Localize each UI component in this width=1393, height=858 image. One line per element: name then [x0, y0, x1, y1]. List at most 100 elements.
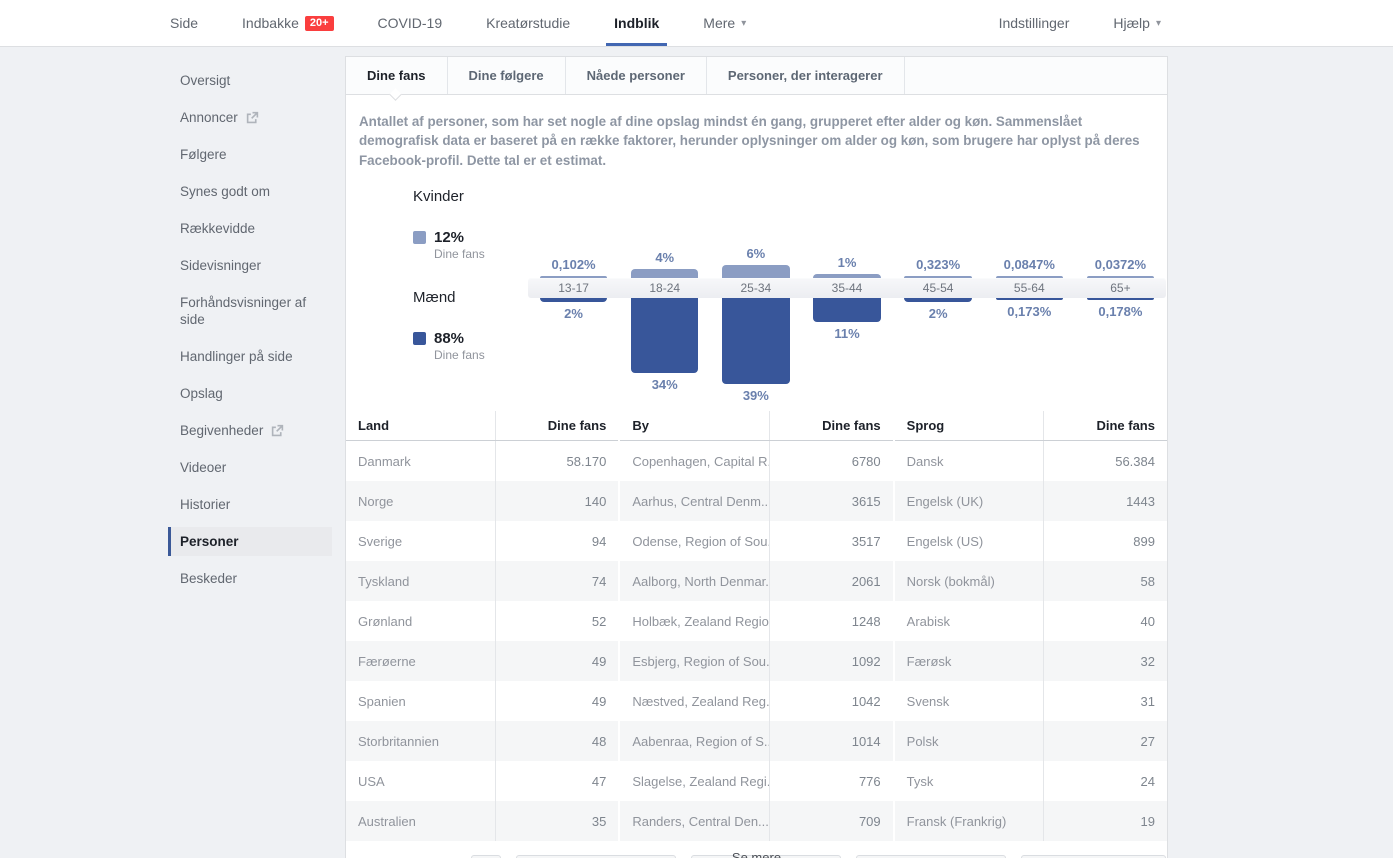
- row-value: 49: [591, 653, 607, 669]
- row-name: Storbritannien: [346, 721, 496, 762]
- bar-female-25-34[interactable]: [722, 265, 790, 279]
- chart-column-13-17: 0,102%: [528, 186, 619, 279]
- table-sprog: Sprog Dine fans Dansk 56.384 Engelsk (UK) 144…: [894, 411, 1167, 842]
- bar-female-45-54[interactable]: [904, 276, 972, 279]
- nav-item-indstillinger[interactable]: Indstillinger: [977, 0, 1092, 46]
- table-row: Danmark 58.170: [346, 441, 618, 482]
- row-name: Norge: [346, 481, 496, 522]
- chart-column-13-17: 2%: [528, 298, 619, 402]
- row-name: Esbjerg, Region of Sou...: [620, 641, 771, 682]
- column-header-by[interactable]: By: [620, 411, 771, 441]
- fans-tables: Land Dine fans Danmark 58.170 Norge 140 Sverig…: [346, 411, 1167, 842]
- row-name: Holbæk, Zealand Region: [620, 601, 771, 642]
- bar-label-female-25-34: 6%: [746, 246, 766, 262]
- bar-male-18-24[interactable]: [630, 298, 699, 374]
- nav-item-covid-19[interactable]: COVID-19: [356, 0, 465, 46]
- bar-female-13-17[interactable]: [539, 276, 608, 279]
- row-name: Dansk: [895, 441, 1045, 482]
- sidebar-item-handlinger-p-side[interactable]: Handlinger på side: [168, 342, 332, 371]
- nav-item-hj-lp[interactable]: Hjælp ▾: [1091, 0, 1183, 46]
- bar-male-35-44[interactable]: [813, 298, 881, 323]
- row-value: 1092: [851, 653, 881, 669]
- nav-item-indblik[interactable]: Indblik: [592, 0, 681, 46]
- sidebar-item-historier[interactable]: Historier: [168, 490, 332, 519]
- chevron-down-icon: ▾: [1155, 17, 1161, 29]
- audience-description: Antallet af personer, som har set nogle …: [359, 114, 1140, 168]
- bar-male-45-54[interactable]: [904, 298, 972, 303]
- sidebar-item-beskeder[interactable]: Beskeder: [168, 564, 332, 593]
- sidebar-item-forh-ndsvisninger-af-side[interactable]: Forhåndsvisninger af side: [168, 288, 332, 334]
- sidebar-item-label: Begivenheder: [180, 423, 264, 438]
- chart-column-35-44: 11%: [801, 298, 892, 402]
- tab-dine-f-lgere[interactable]: Dine følgere: [448, 57, 566, 94]
- bar-label-female-45-54: 0,323%: [916, 257, 961, 273]
- sidebar-item-sidevisninger[interactable]: Sidevisninger: [168, 251, 332, 280]
- chart-column-25-34: 6%: [710, 186, 801, 279]
- sidebar-item-label: Personer: [180, 534, 239, 549]
- column-header-dine-fans[interactable]: Dine fans: [496, 411, 619, 440]
- table-row: USA 47: [346, 761, 618, 802]
- column-header-dine-fans[interactable]: Dine fans: [770, 411, 893, 440]
- nav-item-mere[interactable]: Mere ▾: [681, 0, 768, 46]
- row-name: Grønland: [346, 601, 496, 642]
- chevron-down-icon: ▾: [741, 17, 747, 29]
- tab-dine-fans[interactable]: Dine fans: [346, 57, 448, 101]
- tab-personer-der-interagerer[interactable]: Personer, der interagerer: [707, 57, 905, 94]
- bar-female-35-44[interactable]: [813, 274, 881, 279]
- nav-item-side[interactable]: Side: [148, 0, 220, 46]
- sidebar-item-label: Handlinger på side: [180, 349, 293, 364]
- tab-n-ede-personer[interactable]: Nåede personer: [566, 57, 707, 94]
- table-row: Norge 140: [346, 481, 619, 522]
- sidebar-item-begivenheder[interactable]: Begivenheder: [168, 416, 332, 445]
- row-value: 709: [858, 813, 881, 829]
- row-name: Spanien: [346, 681, 496, 722]
- people-insights-card: Dine fans Dine følgere Nåede personer Perso…: [345, 56, 1168, 858]
- sidebar-item-label: Sidevisninger: [180, 258, 262, 273]
- row-value: 56.384: [1115, 453, 1155, 469]
- age-tick-65: 65+: [1110, 281, 1131, 296]
- nav-item-indbakke[interactable]: Indbakke 20+: [220, 0, 356, 46]
- row-value: 94: [591, 533, 607, 549]
- row-value: 899: [1133, 533, 1155, 549]
- bar-label-female-35-44: 1%: [837, 255, 857, 271]
- bar-male-55-64[interactable]: [995, 298, 1063, 301]
- column-header-sprog[interactable]: Sprog: [895, 411, 1045, 441]
- row-name: Færøerne: [346, 641, 496, 682]
- sidebar-item-opslag[interactable]: Opslag: [168, 379, 332, 408]
- inbox-count-badge: 20+: [304, 15, 334, 31]
- row-value: 6780: [851, 453, 881, 469]
- bar-female-55-64[interactable]: [995, 276, 1063, 279]
- bar-label-male-45-54: 2%: [928, 306, 948, 322]
- sidebar-item-r-kkevidde[interactable]: Rækkevidde: [168, 214, 332, 243]
- bar-female-18-24[interactable]: [630, 269, 699, 279]
- row-value: 19: [1140, 813, 1155, 829]
- bar-female-65[interactable]: [1086, 276, 1155, 279]
- female-bars-row: 0,102% 4% 6% 1% 0,323% 0,0847% 0,0372%: [528, 186, 1166, 279]
- row-value: 1248: [851, 613, 881, 629]
- insights-sidebar: Oversigt Annoncer Følgere Synes godt om Rækk…: [168, 66, 332, 601]
- row-name: Sverige: [346, 521, 496, 562]
- nav-item-label: Indbakke: [242, 15, 299, 31]
- nav-item-kreat-rstudie[interactable]: Kreatørstudie: [464, 0, 592, 46]
- men-percent: 88%: [434, 330, 465, 348]
- men-swatch: [413, 332, 426, 346]
- see-more-link[interactable]: Se mere: [346, 850, 1167, 858]
- column-header-dine-fans[interactable]: Dine fans: [1044, 411, 1167, 440]
- audience-tabbar: Dine fans Dine følgere Nåede personer Perso…: [346, 57, 1167, 101]
- legend-women-title: Kvinder: [413, 188, 464, 206]
- card-footer: Se mere: [346, 841, 1167, 858]
- sidebar-item-synes-godt-om[interactable]: Synes godt om: [168, 177, 332, 206]
- sidebar-item-videoer[interactable]: Videoer: [168, 453, 332, 482]
- chart-column-45-54: 2%: [893, 298, 984, 402]
- column-header-land[interactable]: Land: [346, 411, 496, 441]
- sidebar-item-oversigt[interactable]: Oversigt: [168, 66, 332, 95]
- row-name: Arabisk: [895, 601, 1045, 642]
- bar-male-25-34[interactable]: [722, 298, 790, 385]
- row-value: 49: [591, 693, 607, 709]
- sidebar-item-personer[interactable]: Personer: [168, 527, 332, 556]
- table-row: Tyskland 74: [346, 561, 619, 602]
- bar-male-13-17[interactable]: [539, 298, 608, 303]
- sidebar-item-f-lgere[interactable]: Følgere: [168, 140, 332, 169]
- sidebar-item-annoncer[interactable]: Annoncer: [168, 103, 332, 132]
- bar-male-65[interactable]: [1086, 298, 1155, 301]
